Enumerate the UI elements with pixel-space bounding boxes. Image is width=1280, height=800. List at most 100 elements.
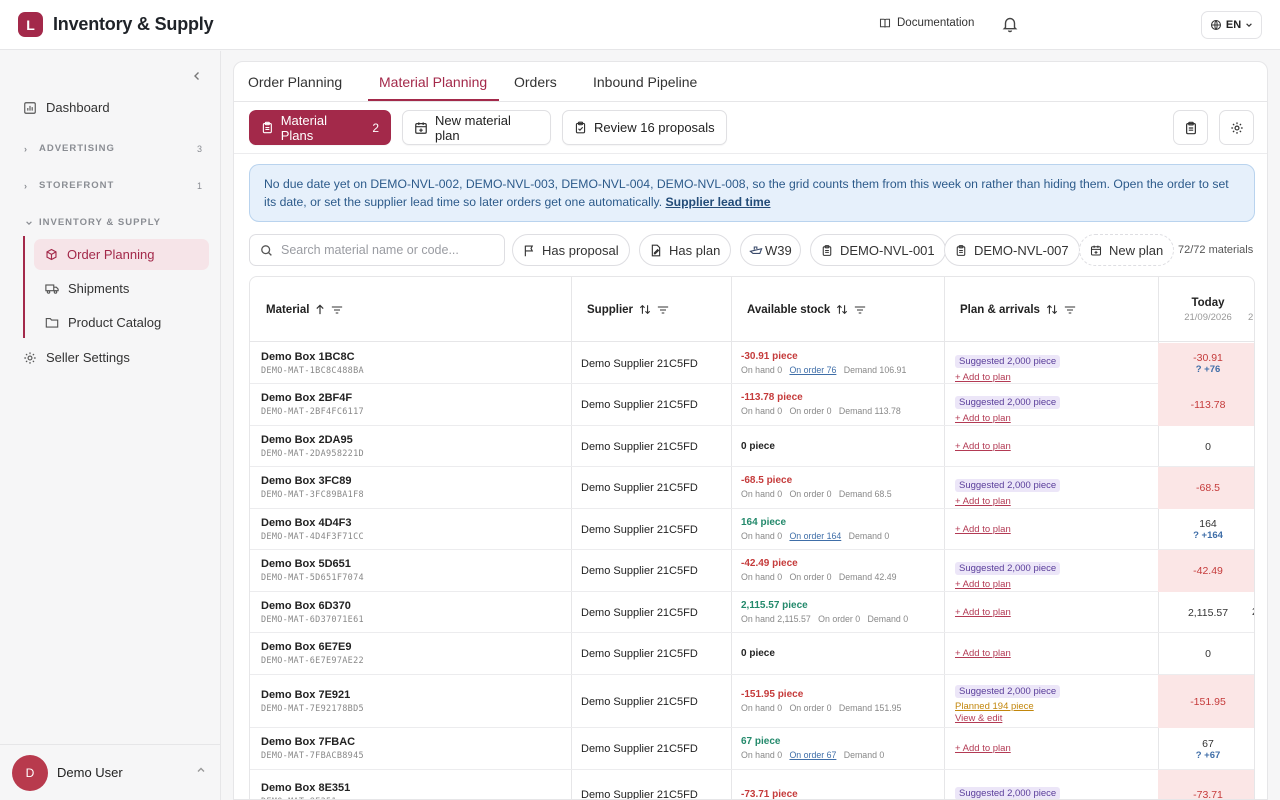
on-order[interactable]: On order 76 <box>789 365 836 375</box>
tab-inbound-pipeline[interactable]: Inbound Pipeline <box>593 74 697 90</box>
search-box[interactable] <box>249 234 505 266</box>
add-to-plan-link[interactable]: + Add to plan <box>955 648 1011 659</box>
material-cell[interactable]: Demo Box 3FC89 DEMO-MAT-3FC89BA1F8 <box>261 475 364 500</box>
filter-week[interactable]: W39 <box>740 234 801 266</box>
material-cell[interactable]: Demo Box 4D4F3 DEMO-MAT-4D4F3F71CC <box>261 517 364 542</box>
material-cell[interactable]: Demo Box 5D651 DEMO-MAT-5D651F7074 <box>261 558 364 583</box>
filter-nvl-001[interactable]: DEMO-NVL-001 <box>810 234 946 266</box>
filter-icon[interactable] <box>1064 305 1076 315</box>
today-cell[interactable]: 2,115.57 <box>1158 592 1254 633</box>
new-material-plan-button[interactable]: New material plan <box>402 110 551 145</box>
material-cell[interactable]: Demo Box 7E921 DEMO-MAT-7E92178BD5 <box>261 689 364 714</box>
filter-has-proposal[interactable]: Has proposal <box>512 234 630 266</box>
table-row[interactable]: Demo Box 1BC8C DEMO-MAT-1BC8C488BA Demo S… <box>250 343 1254 384</box>
table-row[interactable]: Demo Box 6D370 DEMO-MAT-6D37071E61 Demo S… <box>250 592 1254 633</box>
table-row[interactable]: Demo Box 7E921 DEMO-MAT-7E92178BD5 Demo S… <box>250 675 1254 728</box>
material-cell[interactable]: Demo Box 6E7E9 DEMO-MAT-6E7E97AE22 <box>261 641 364 666</box>
add-to-plan-link[interactable]: + Add to plan <box>955 413 1060 424</box>
add-to-plan-link[interactable]: + Add to plan <box>955 743 1011 754</box>
tab-orders[interactable]: Orders <box>514 74 557 90</box>
table-row[interactable]: Demo Box 7FBAC DEMO-MAT-7FBACB8945 Demo S… <box>250 728 1254 770</box>
today-cell[interactable]: 0 <box>1158 633 1254 675</box>
filter-nvl-007[interactable]: DEMO-NVL-007 <box>944 234 1080 266</box>
table-row[interactable]: Demo Box 2BF4F DEMO-MAT-2BF4FC6117 Demo S… <box>250 384 1254 426</box>
today-cell[interactable]: -42.49 <box>1158 550 1254 592</box>
tab-material-planning[interactable]: Material Planning <box>379 74 487 90</box>
add-to-plan-link[interactable]: + Add to plan <box>955 524 1011 535</box>
column-available-stock[interactable]: Available stock <box>731 277 945 342</box>
user-menu[interactable]: D Demo User <box>0 744 221 800</box>
suggestion-badge[interactable]: Suggested 2,000 piece <box>955 787 1061 799</box>
sidebar-section-storefront[interactable]: › STOREFRONT 1 <box>24 180 202 191</box>
suggestion-badge[interactable]: Suggested 2,000 piece <box>955 396 1061 409</box>
table-row[interactable]: Demo Box 6E7E9 DEMO-MAT-6E7E97AE22 Demo S… <box>250 633 1254 675</box>
suggestion-badge[interactable]: Suggested 2,000 piece <box>955 562 1061 575</box>
sidebar-item-shipments[interactable]: Shipments <box>45 281 129 296</box>
sidebar-section-inventory[interactable]: INVENTORY & SUPPLY <box>24 217 202 228</box>
table-row[interactable]: Demo Box 3FC89 DEMO-MAT-3FC89BA1F8 Demo S… <box>250 467 1254 509</box>
today-cell[interactable]: -73.71 <box>1158 770 1254 799</box>
filter-has-plan[interactable]: Has plan <box>639 234 732 266</box>
sidebar-item-seller-settings[interactable]: Seller Settings <box>23 350 130 365</box>
table-row[interactable]: Demo Box 4D4F3 DEMO-MAT-4D4F3F71CC Demo S… <box>250 509 1254 550</box>
search-input[interactable] <box>281 243 496 257</box>
review-proposals-button[interactable]: Review 16 proposals <box>562 110 727 145</box>
suggestion-badge[interactable]: Suggested 2,000 piece <box>955 479 1061 492</box>
bell-icon[interactable] <box>1001 15 1019 33</box>
material-cell[interactable]: Demo Box 2BF4F DEMO-MAT-2BF4FC6117 <box>261 392 364 417</box>
today-cell[interactable]: 0 <box>1158 426 1254 467</box>
on-order[interactable]: On order 164 <box>789 531 841 541</box>
column-supplier[interactable]: Supplier <box>571 277 732 342</box>
table-row[interactable]: Demo Box 2DA95 DEMO-MAT-2DA958221D Demo S… <box>250 426 1254 467</box>
material-cell[interactable]: Demo Box 2DA95 DEMO-MAT-2DA958221D <box>261 434 364 459</box>
suggestion-badge[interactable]: Suggested 2,000 piece <box>955 685 1061 698</box>
settings-button[interactable] <box>1219 110 1254 145</box>
app-logo[interactable]: L <box>18 12 43 37</box>
today-cell[interactable]: 164? +164 <box>1158 509 1254 550</box>
today-cell[interactable]: -151.95 <box>1158 675 1254 728</box>
tab-order-planning[interactable]: Order Planning <box>248 74 342 90</box>
sort-ascending-icon[interactable] <box>315 304 325 315</box>
add-to-plan-link[interactable]: + Add to plan <box>955 579 1060 590</box>
add-to-plan-link[interactable]: + Add to plan <box>955 372 1060 383</box>
language-selector[interactable]: EN <box>1201 11 1262 39</box>
material-cell[interactable]: Demo Box 6D370 DEMO-MAT-6D37071E61 <box>261 600 364 625</box>
add-to-plan-link[interactable]: + Add to plan <box>955 441 1011 452</box>
sort-icon[interactable] <box>1046 304 1058 315</box>
material-cell[interactable]: Demo Box 8E351 DEMO-MAT-8E351 <box>261 782 350 799</box>
ship-icon <box>749 246 763 254</box>
clipboard-button[interactable] <box>1173 110 1208 145</box>
today-cell[interactable]: -30.91? +76 <box>1158 343 1254 384</box>
view-edit-link[interactable]: View & edit <box>955 713 1060 724</box>
sidebar-item-order-planning[interactable]: Order Planning <box>45 247 154 262</box>
filter-icon[interactable] <box>331 305 343 315</box>
suggestion-badge[interactable]: Suggested 2,000 piece <box>955 355 1061 368</box>
today-cell[interactable]: -113.78 <box>1158 384 1254 426</box>
table-row[interactable]: Demo Box 5D651 DEMO-MAT-5D651F7074 Demo S… <box>250 550 1254 592</box>
on-order[interactable]: On order 67 <box>789 750 836 760</box>
planned-link[interactable]: Planned 194 piece <box>955 701 1060 712</box>
column-plan-arrivals[interactable]: Plan & arrivals <box>944 277 1159 342</box>
today-value: -151.95 <box>1190 695 1226 708</box>
supplier-lead-time-link[interactable]: Supplier lead time <box>666 195 771 209</box>
stock-cell: 67 piece On hand 0 On order 67 Demand 0 <box>741 736 884 760</box>
documentation-link[interactable]: Documentation <box>879 17 974 29</box>
sidebar-item-dashboard[interactable]: Dashboard <box>23 100 110 115</box>
filter-icon[interactable] <box>854 305 866 315</box>
material-cell[interactable]: Demo Box 7FBAC DEMO-MAT-7FBACB8945 <box>261 736 364 761</box>
material-plans-button[interactable]: Material Plans 2 <box>249 110 391 145</box>
add-to-plan-link[interactable]: + Add to plan <box>955 496 1060 507</box>
add-to-plan-link[interactable]: + Add to plan <box>955 607 1011 618</box>
filter-new-plan[interactable]: New plan <box>1079 234 1175 266</box>
collapse-sidebar-icon[interactable] <box>190 69 204 83</box>
table-row[interactable]: Demo Box 8E351 DEMO-MAT-8E351 Demo Suppli… <box>250 770 1254 799</box>
filter-icon[interactable] <box>657 305 669 315</box>
material-cell[interactable]: Demo Box 1BC8C DEMO-MAT-1BC8C488BA <box>261 351 364 376</box>
sort-icon[interactable] <box>639 304 651 315</box>
sort-icon[interactable] <box>836 304 848 315</box>
today-cell[interactable]: -68.5 <box>1158 467 1254 509</box>
sidebar-item-product-catalog[interactable]: Product Catalog <box>45 315 161 330</box>
sidebar-section-advertising[interactable]: › ADVERTISING 3 <box>24 143 202 154</box>
today-cell[interactable]: 67? +67 <box>1158 728 1254 770</box>
column-material[interactable]: Material <box>250 277 572 342</box>
